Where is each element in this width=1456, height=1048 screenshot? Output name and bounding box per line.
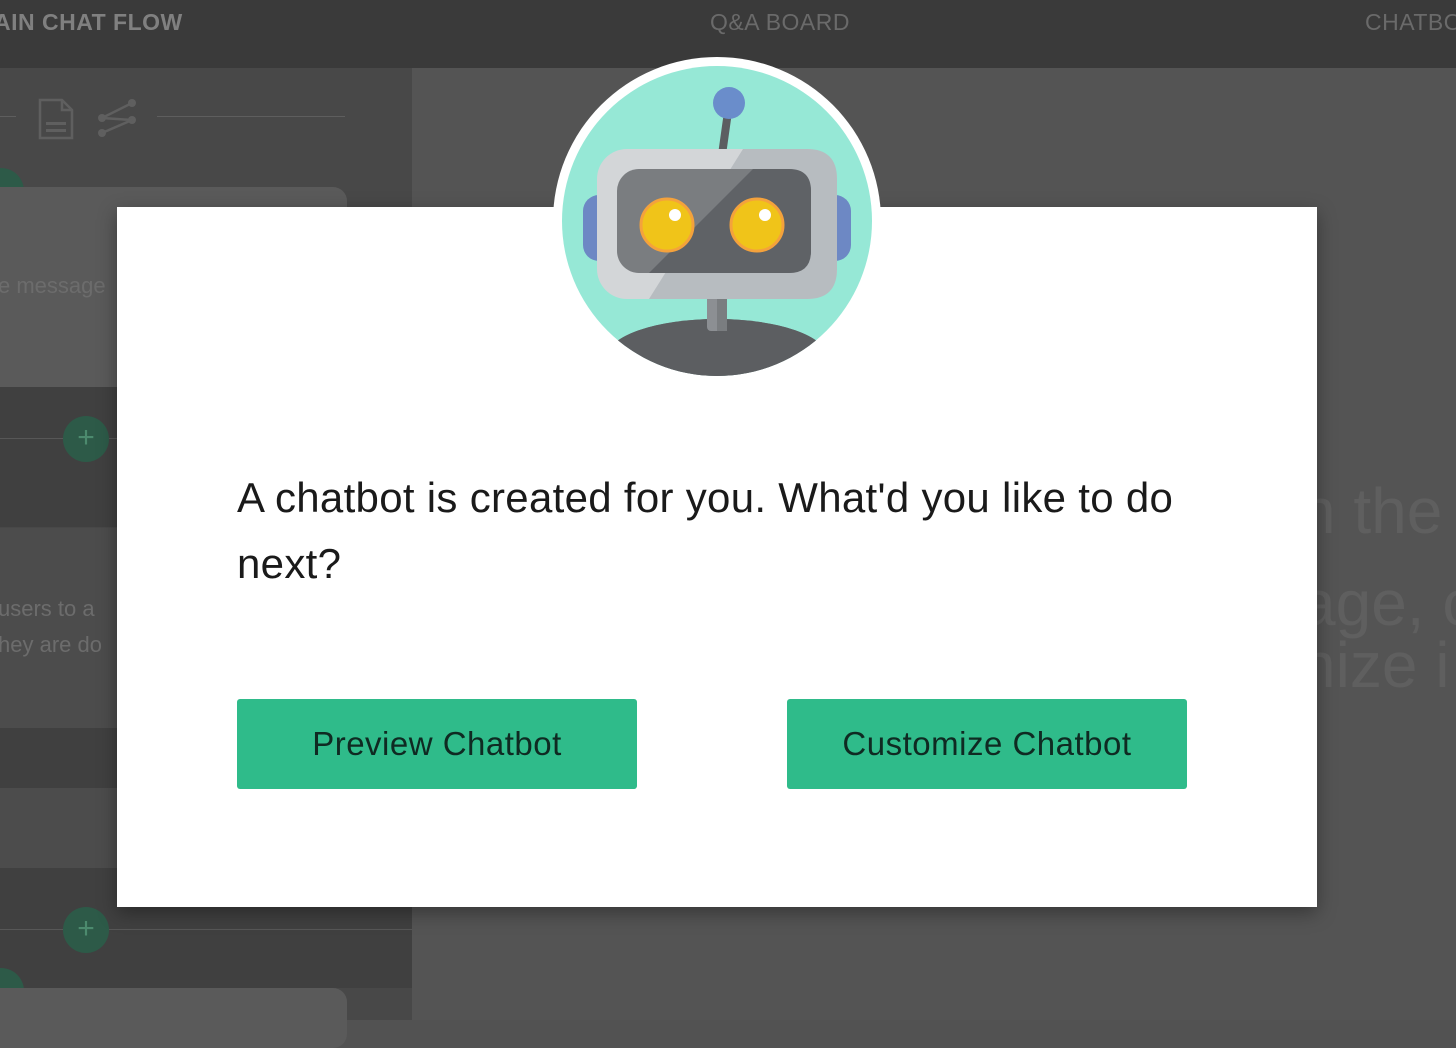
tab-chatbot[interactable]: CHATBO	[1365, 9, 1456, 36]
message-text: hey are do	[0, 632, 102, 657]
add-node-button[interactable]: +	[63, 416, 109, 462]
document-icon[interactable]	[36, 98, 76, 140]
connector-line	[0, 929, 412, 930]
robot-avatar	[553, 57, 881, 385]
tab-qa-board[interactable]: Q&A BOARD	[710, 9, 850, 36]
message-text: users to a	[0, 596, 95, 621]
preview-chatbot-button[interactable]: Preview Chatbot	[237, 699, 637, 789]
background-text: n the	[1300, 475, 1443, 547]
add-node-button[interactable]: +	[63, 907, 109, 953]
message-text: e message	[0, 273, 106, 298]
share-icon[interactable]	[96, 98, 138, 138]
background-text: nize i	[1300, 629, 1450, 701]
customize-chatbot-button[interactable]: Customize Chatbot	[787, 699, 1187, 789]
toolbar-divider	[157, 116, 345, 117]
message-card[interactable]	[0, 988, 347, 1048]
tab-main-chat-flow[interactable]: AIN CHAT FLOW	[0, 9, 183, 36]
dialog-message: A chatbot is created for you. What'd you…	[237, 474, 1174, 587]
toolbar-divider	[0, 116, 16, 117]
